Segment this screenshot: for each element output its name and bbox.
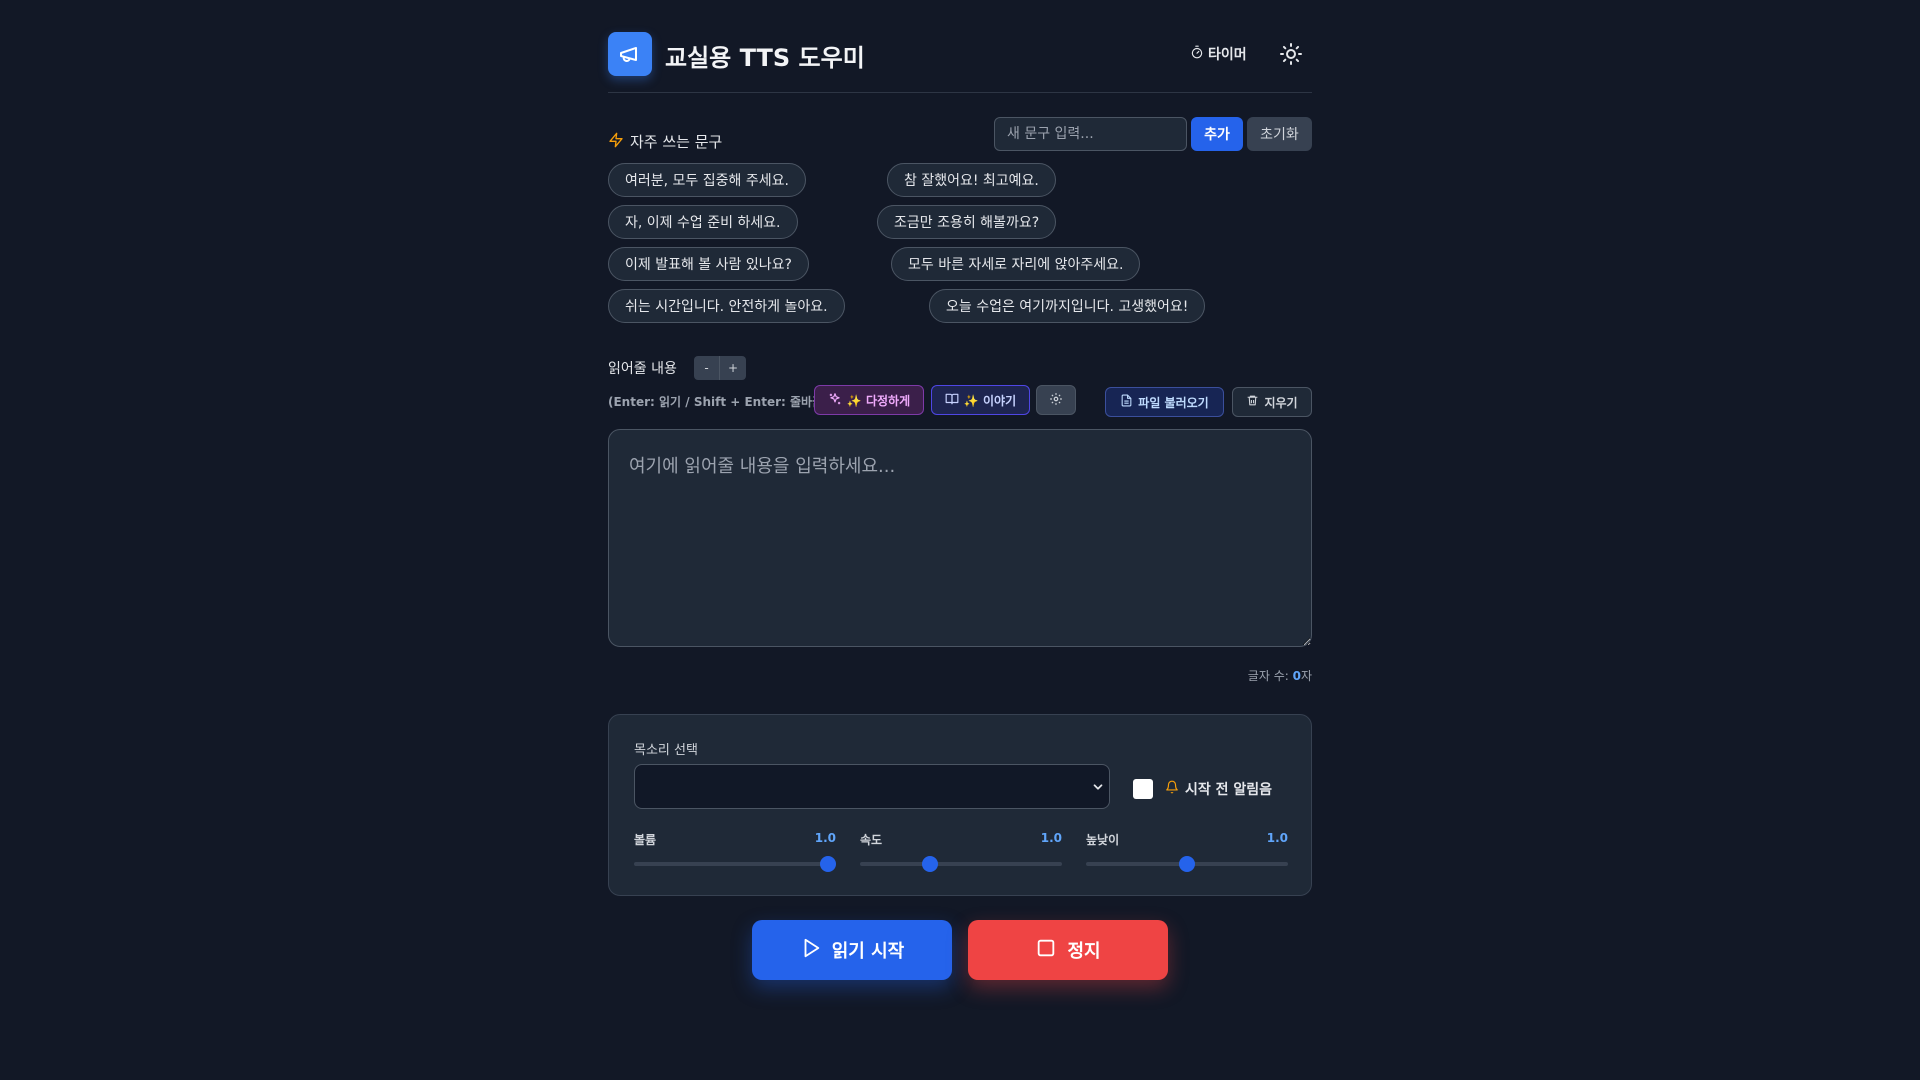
story-button[interactable]: ✨ 이야기: [931, 385, 1030, 415]
font-size-control: - +: [694, 356, 746, 380]
lightning-icon: [608, 132, 624, 152]
char-count-prefix: 글자 수:: [1247, 669, 1293, 683]
voice-select[interactable]: [634, 764, 1110, 809]
play-icon: [800, 937, 822, 964]
clear-button[interactable]: 지우기: [1232, 387, 1312, 417]
volume-slider-thumb[interactable]: [819, 856, 836, 872]
reset-phrases-button[interactable]: 초기화: [1247, 117, 1312, 151]
speed-slider[interactable]: [860, 856, 1062, 872]
pitch-value: 1.0: [1266, 831, 1288, 845]
chime-label-text: 시작 전 알림음: [1185, 782, 1273, 798]
phrase-chip[interactable]: 오늘 수업은 여기까지입니다. 고생했어요!: [929, 289, 1206, 323]
add-phrase-button[interactable]: 추가: [1191, 117, 1243, 151]
app-header: 교실용 TTS 도우미 타이머: [608, 0, 1312, 93]
volume-label: 볼륨: [634, 833, 657, 847]
file-icon: [1120, 394, 1133, 410]
start-reading-label: 읽기 시작: [831, 941, 905, 962]
pitch-slider[interactable]: [1086, 856, 1288, 872]
volume-slider-group: 볼륨 1.0: [634, 831, 836, 872]
gear-icon: [1049, 392, 1063, 409]
speed-label: 속도: [860, 833, 883, 847]
friendly-tone-button[interactable]: ✨ 다정하게: [814, 385, 924, 415]
load-file-label: 파일 불러오기: [1138, 395, 1209, 410]
bell-icon: [1165, 780, 1179, 798]
pitch-slider-thumb[interactable]: [1179, 856, 1195, 872]
stop-label: 정지: [1067, 941, 1101, 962]
keyboard-hint: (Enter: 읽기 / Shift + Enter: 줄바꿈): [608, 395, 829, 409]
font-increase-button[interactable]: +: [720, 356, 746, 380]
sparkles-icon: [828, 392, 842, 409]
app-container: 교실용 TTS 도우미 타이머 자주 쓰는 문구 새 문구 입력... 추가 초…: [608, 0, 1312, 980]
clear-label: 지우기: [1264, 395, 1298, 410]
chime-label: 시작 전 알림음: [1165, 779, 1272, 799]
stopwatch-icon: [1190, 45, 1204, 63]
phrase-chip[interactable]: 자, 이제 수업 준비 하세요.: [608, 205, 798, 239]
read-content-label: 읽어줄 내용: [608, 361, 677, 377]
voice-select-label: 목소리 선택: [634, 743, 698, 758]
stop-button[interactable]: 정지: [968, 920, 1168, 980]
phrase-chip[interactable]: 참 잘했어요! 최고예요.: [887, 163, 1056, 197]
font-decrease-button[interactable]: -: [694, 356, 720, 380]
megaphone-icon: [608, 32, 652, 76]
char-count: 글자 수: 0자: [1248, 667, 1312, 684]
load-file-button[interactable]: 파일 불러오기: [1105, 387, 1224, 417]
phrase-chip[interactable]: 여러분, 모두 집중해 주세요.: [608, 163, 806, 197]
sun-icon: [1279, 43, 1303, 70]
theme-toggle-button[interactable]: [1279, 42, 1303, 66]
char-count-suffix: 자: [1300, 669, 1312, 683]
app-title: 교실용 TTS 도우미: [665, 44, 865, 72]
stop-icon: [1035, 937, 1057, 964]
pitch-label: 높낮이: [1086, 833, 1120, 847]
speed-slider-thumb[interactable]: [921, 856, 938, 872]
phrase-chip[interactable]: 모두 바른 자세로 자리에 앉아주세요.: [891, 247, 1141, 281]
read-text-area[interactable]: [608, 429, 1312, 647]
new-phrase-input[interactable]: [994, 117, 1187, 151]
volume-slider[interactable]: [634, 856, 836, 872]
book-icon: [945, 392, 959, 409]
phrase-chip[interactable]: 이제 발표해 볼 사람 있나요?: [608, 247, 809, 281]
pitch-slider-group: 높낮이 1.0: [1086, 831, 1288, 872]
phrase-chip[interactable]: 조금만 조용히 해볼까요?: [877, 205, 1057, 239]
trash-icon: [1246, 394, 1259, 410]
speed-slider-group: 속도 1.0: [860, 831, 1062, 872]
timer-button[interactable]: 타이머: [1190, 44, 1247, 64]
char-count-value: 0: [1292, 669, 1301, 683]
story-label: ✨ 이야기: [963, 393, 1017, 408]
phrase-chip[interactable]: 쉬는 시간입니다. 안전하게 놀아요.: [608, 289, 845, 323]
timer-label: 타이머: [1208, 47, 1247, 63]
quick-phrases-title-text: 자주 쓰는 문구: [630, 133, 723, 151]
quick-phrases-title: 자주 쓰는 문구: [608, 131, 722, 152]
friendly-tone-label: ✨ 다정하게: [846, 393, 911, 408]
chime-checkbox[interactable]: [1133, 779, 1153, 799]
quick-phrases-section: 자주 쓰는 문구 추가 초기화 여러분, 모두 집중해 주세요. 참 잘했어요!…: [608, 93, 1312, 338]
speed-value: 1.0: [1040, 831, 1062, 845]
voice-settings-panel: 목소리 선택 시작 전 알림음 볼륨 1.0 속도 1.0 높낮이 1.0: [608, 714, 1312, 896]
start-reading-button[interactable]: 읽기 시작: [752, 920, 952, 980]
volume-value: 1.0: [814, 831, 836, 845]
ai-settings-button[interactable]: [1036, 385, 1076, 415]
chevron-down-icon: [1091, 779, 1105, 798]
